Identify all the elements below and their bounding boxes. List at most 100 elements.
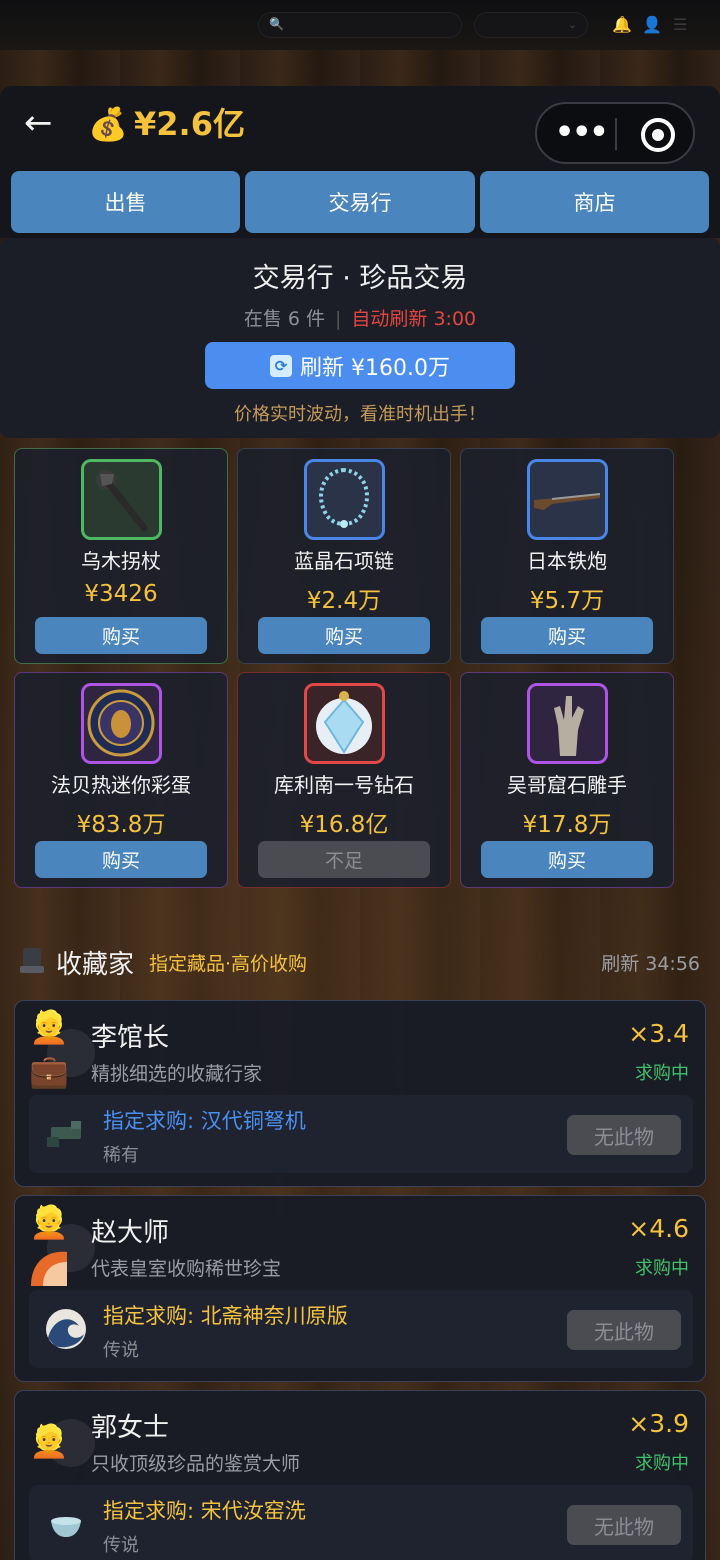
tab-shop[interactable]: 商店	[480, 171, 709, 233]
wanted-item-rarity: 传说	[103, 1340, 139, 1361]
search-input[interactable]: 🔍	[258, 12, 462, 38]
wanted-item-rarity: 传说	[103, 1535, 139, 1556]
not-owned-button[interactable]: 无此物	[567, 1505, 681, 1545]
not-owned-button[interactable]: 无此物	[567, 1115, 681, 1155]
avatar: 👱	[29, 1397, 99, 1483]
item-card: 法贝热迷你彩蛋 ¥83.8万 购买	[14, 672, 228, 888]
cane-icon	[81, 459, 162, 540]
user-icon[interactable]: 👤	[642, 15, 662, 34]
menu-icon[interactable]: ☰	[673, 15, 687, 34]
price-multiplier: ×4.6	[628, 1214, 689, 1243]
close-target-icon[interactable]	[641, 118, 675, 152]
faberge-egg-icon	[81, 683, 162, 764]
collector-name: 郭女士	[91, 1413, 170, 1443]
person-icon: 👱	[29, 1422, 69, 1460]
on-sale-count: 在售 6 件	[243, 308, 326, 330]
crossbow-icon	[43, 1113, 89, 1155]
tab-bar: 出售 交易行 商店	[0, 164, 720, 238]
item-price: ¥17.8万	[522, 812, 612, 838]
item-card: 乌木拐杖 ¥3426 购买	[14, 448, 228, 664]
item-price: ¥5.7万	[529, 588, 605, 614]
search-icon: 🔍	[269, 17, 284, 31]
back-arrow-icon[interactable]: ←	[24, 106, 53, 140]
tab-sell[interactable]: 出售	[11, 171, 240, 233]
tab-exchange[interactable]: 交易行	[245, 171, 475, 233]
item-card: 吴哥窟石雕手 ¥17.8万 购买	[460, 672, 674, 888]
top-bar: 🔍 ⌄ 🔔 👤 ☰	[0, 0, 720, 50]
item-name: 法贝热迷你彩蛋	[51, 773, 191, 797]
collectors-header: 收藏家 指定藏品·高价收购 刷新 34:56	[0, 940, 720, 984]
item-name: 乌木拐杖	[81, 549, 161, 573]
item-name: 吴哥窟石雕手	[507, 773, 627, 797]
person-icon: 👱	[29, 1008, 69, 1046]
person-icon: 👱	[29, 1203, 69, 1241]
chevron-down-icon: ⌄	[567, 18, 577, 31]
wanted-item-name: 指定求购: 汉代铜弩机	[103, 1109, 306, 1133]
item-card: 日本铁炮 ¥5.7万 购买	[460, 448, 674, 664]
buy-button[interactable]: 购买	[481, 617, 653, 654]
item-price: ¥83.8万	[76, 812, 166, 838]
wanted-item-name: 指定求购: 北斋神奈川原版	[103, 1304, 348, 1328]
collector-name: 赵大师	[91, 1218, 170, 1248]
item-card: 蓝晶石项链 ¥2.4万 购买	[237, 448, 451, 664]
price-multiplier: ×3.9	[628, 1409, 689, 1438]
collector-desc: 只收顶级珍品的鉴赏大师	[91, 1453, 301, 1475]
market-status: 在售 6 件 | 自动刷新 3:00	[0, 304, 720, 331]
more-options-icon[interactable]: •••	[555, 118, 609, 148]
avatar: 👱	[29, 1202, 99, 1288]
collector-name: 李馆长	[91, 1023, 170, 1053]
collectors-title: 收藏家	[56, 950, 135, 980]
collector-card: 👱 郭女士 只收顶级珍品的鉴赏大师 ×3.9 求购中 指定求购: 宋代汝窑洗 传…	[14, 1390, 706, 1560]
mini-program-capsule: •••	[535, 102, 695, 164]
buy-button[interactable]: 购买	[35, 841, 207, 878]
app-header: ← 💰 ¥2.6亿 •••	[0, 86, 720, 164]
wanted-item: 指定求购: 宋代汝窑洗 传说 无此物	[29, 1485, 693, 1560]
insufficient-button[interactable]: 不足	[258, 841, 430, 878]
money-bag-icon: 💰	[88, 105, 128, 143]
capsule-divider	[615, 118, 617, 150]
buy-button[interactable]: 购买	[481, 841, 653, 878]
status-badge: 求购中	[635, 1063, 689, 1084]
refresh-icon: ⟳	[270, 354, 292, 377]
price-multiplier: ×3.4	[628, 1019, 689, 1048]
collectors-tag: 指定藏品·高价收购	[149, 953, 308, 975]
necklace-icon	[304, 459, 385, 540]
wanted-item: 指定求购: 北斋神奈川原版 传说 无此物	[29, 1290, 693, 1368]
avatar: 👱 💼	[29, 1007, 99, 1093]
market-panel: 交易行 · 珍品交易 在售 6 件 | 自动刷新 3:00 ⟳ 刷新 ¥160.0万…	[0, 238, 720, 438]
not-owned-button[interactable]: 无此物	[567, 1310, 681, 1350]
status-badge: 求购中	[635, 1453, 689, 1474]
market-tip: 价格实时波动，看准时机出手！	[234, 404, 486, 425]
collector-desc: 代表皇室收购稀世珍宝	[91, 1258, 282, 1280]
briefcase-icon: 💼	[29, 1052, 69, 1090]
collectors-refresh-timer: 刷新 34:56	[601, 953, 700, 975]
market-title: 交易行 · 珍品交易	[252, 263, 468, 294]
diamond-icon	[304, 683, 385, 764]
refresh-button-label: 刷新 ¥160.0万	[300, 355, 450, 381]
porcelain-bowl-icon	[43, 1503, 89, 1545]
item-price: ¥16.8亿	[299, 812, 389, 838]
status-divider: |	[335, 308, 342, 330]
item-price: ¥2.4万	[306, 588, 382, 614]
item-name: 日本铁炮	[527, 549, 607, 573]
bell-icon[interactable]: 🔔	[612, 15, 632, 34]
musket-icon	[527, 459, 608, 540]
wanted-item-name: 指定求购: 宋代汝窑洗	[103, 1499, 306, 1523]
collector-desc: 精挑细选的收藏行家	[91, 1063, 263, 1085]
buy-button[interactable]: 购买	[35, 617, 207, 654]
money-balance: ¥2.6亿	[134, 105, 245, 143]
item-name: 库利南一号钻石	[274, 773, 414, 797]
item-price: ¥3426	[84, 581, 158, 607]
collector-card: 👱 赵大师 代表皇室收购稀世珍宝 ×4.6 求购中 指定求购: 北斋神奈川原版 …	[14, 1195, 706, 1382]
dropdown-select[interactable]: ⌄	[474, 12, 588, 38]
auto-refresh-timer: 自动刷新 3:00	[351, 308, 477, 330]
wanted-item: 指定求购: 汉代铜弩机 稀有 无此物	[29, 1095, 693, 1173]
wanted-item-rarity: 稀有	[103, 1145, 139, 1166]
refresh-button[interactable]: ⟳ 刷新 ¥160.0万	[205, 342, 515, 389]
great-wave-icon	[43, 1308, 89, 1350]
top-hat-icon	[20, 948, 44, 976]
item-name: 蓝晶石项链	[294, 549, 394, 573]
stone-hand-icon	[527, 683, 608, 764]
buy-button[interactable]: 购买	[258, 617, 430, 654]
item-card: 库利南一号钻石 ¥16.8亿 不足	[237, 672, 451, 888]
